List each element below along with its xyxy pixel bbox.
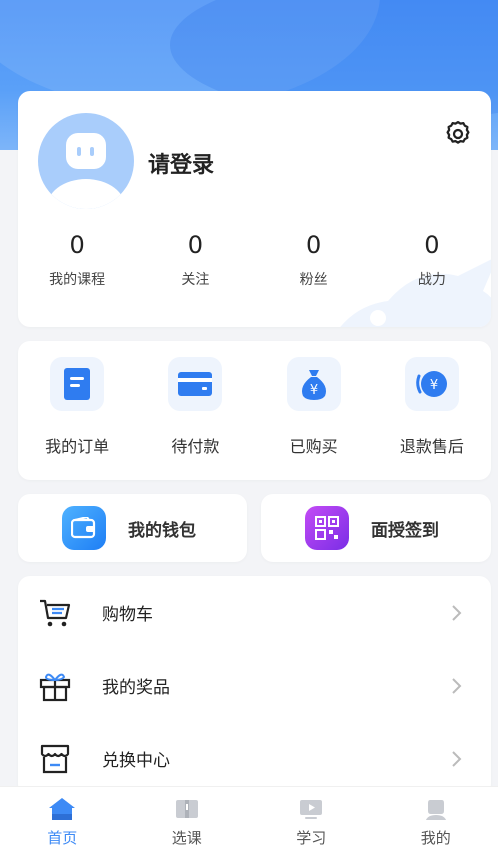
stat-value: 0 — [69, 231, 85, 259]
book-icon — [175, 800, 198, 818]
chevron-right-icon — [452, 605, 462, 621]
stat-fans[interactable]: 0 粉丝 — [255, 231, 373, 289]
menu-label: 我的奖品 — [102, 678, 170, 698]
wallet-label: 我的钱包 — [128, 521, 196, 541]
menu-item-prizes[interactable]: 我的奖品 — [18, 649, 491, 722]
home-icon — [49, 798, 76, 820]
checkin-label: 面授签到 — [371, 521, 439, 541]
order-label: 已购买 — [289, 437, 338, 456]
stat-power[interactable]: 0 战力 — [373, 231, 491, 289]
menu-label: 购物车 — [102, 605, 153, 625]
tab-study[interactable]: 学习 — [249, 787, 374, 856]
svg-text:¥: ¥ — [309, 383, 317, 398]
stat-value: 0 — [424, 231, 440, 259]
order-item-refund[interactable]: ¥ 退款售后 — [373, 341, 491, 480]
wallet-button[interactable]: 我的钱包 — [18, 494, 247, 562]
tab-label: 选课 — [171, 829, 202, 847]
gift-icon — [39, 673, 71, 702]
store-icon — [40, 744, 70, 774]
order-item-my-orders[interactable]: 我的订单 — [18, 341, 136, 480]
order-item-pending-payment[interactable]: 待付款 — [136, 341, 254, 480]
stat-label: 战力 — [417, 272, 446, 288]
checkin-button[interactable]: 面授签到 — [261, 494, 491, 562]
profile-card: 请登录 0 我的课程 0 关注 0 粉丝 0 战力 — [18, 91, 491, 327]
settings-gear-icon[interactable] — [443, 119, 473, 149]
order-item-purchased[interactable]: ¥ 已购买 — [255, 341, 373, 480]
order-label: 我的订单 — [45, 437, 110, 456]
stat-following[interactable]: 0 关注 — [136, 231, 254, 289]
tab-mine[interactable]: 我的 — [374, 787, 498, 856]
order-label: 退款售后 — [399, 437, 464, 456]
order-label: 待付款 — [171, 437, 220, 456]
chevron-right-icon — [452, 678, 462, 694]
qr-code-icon — [305, 506, 349, 550]
stat-value: 0 — [187, 231, 204, 259]
menu-label: 兑换中心 — [102, 751, 170, 771]
tab-home[interactable]: 首页 — [0, 787, 125, 856]
video-icon — [300, 800, 323, 819]
menu-item-exchange[interactable]: 兑换中心 — [18, 722, 491, 795]
refund-icon: ¥ — [416, 371, 447, 397]
menu-item-cart[interactable]: 购物车 — [18, 576, 491, 649]
stat-courses[interactable]: 0 我的课程 — [18, 231, 136, 289]
tab-label: 首页 — [47, 829, 78, 847]
stat-label: 粉丝 — [299, 272, 328, 288]
stat-label: 我的课程 — [49, 272, 106, 288]
order-list-icon — [64, 368, 91, 400]
menu-list: 购物车 我的奖品 兑换中心 — [18, 576, 491, 796]
login-link[interactable]: 请登录 — [148, 147, 214, 179]
stat-label: 关注 — [181, 272, 210, 288]
card-icon — [178, 372, 213, 396]
orders-card: 我的订单 待付款 ¥ 已购买 ¥ 退款售后 — [18, 341, 491, 480]
chevron-right-icon — [452, 751, 462, 767]
money-bag-icon: ¥ — [301, 370, 326, 400]
tab-label: 我的 — [420, 829, 451, 847]
avatar[interactable] — [38, 113, 134, 209]
tab-courses[interactable]: 选课 — [125, 787, 250, 856]
user-icon — [425, 800, 446, 820]
stat-value: 0 — [305, 231, 322, 259]
wallet-icon — [62, 506, 106, 550]
svg-text:¥: ¥ — [430, 378, 438, 393]
bottom-tab-bar: 首页 选课 学习 我的 — [0, 786, 498, 856]
cart-icon — [40, 599, 71, 627]
tab-label: 学习 — [296, 829, 327, 847]
